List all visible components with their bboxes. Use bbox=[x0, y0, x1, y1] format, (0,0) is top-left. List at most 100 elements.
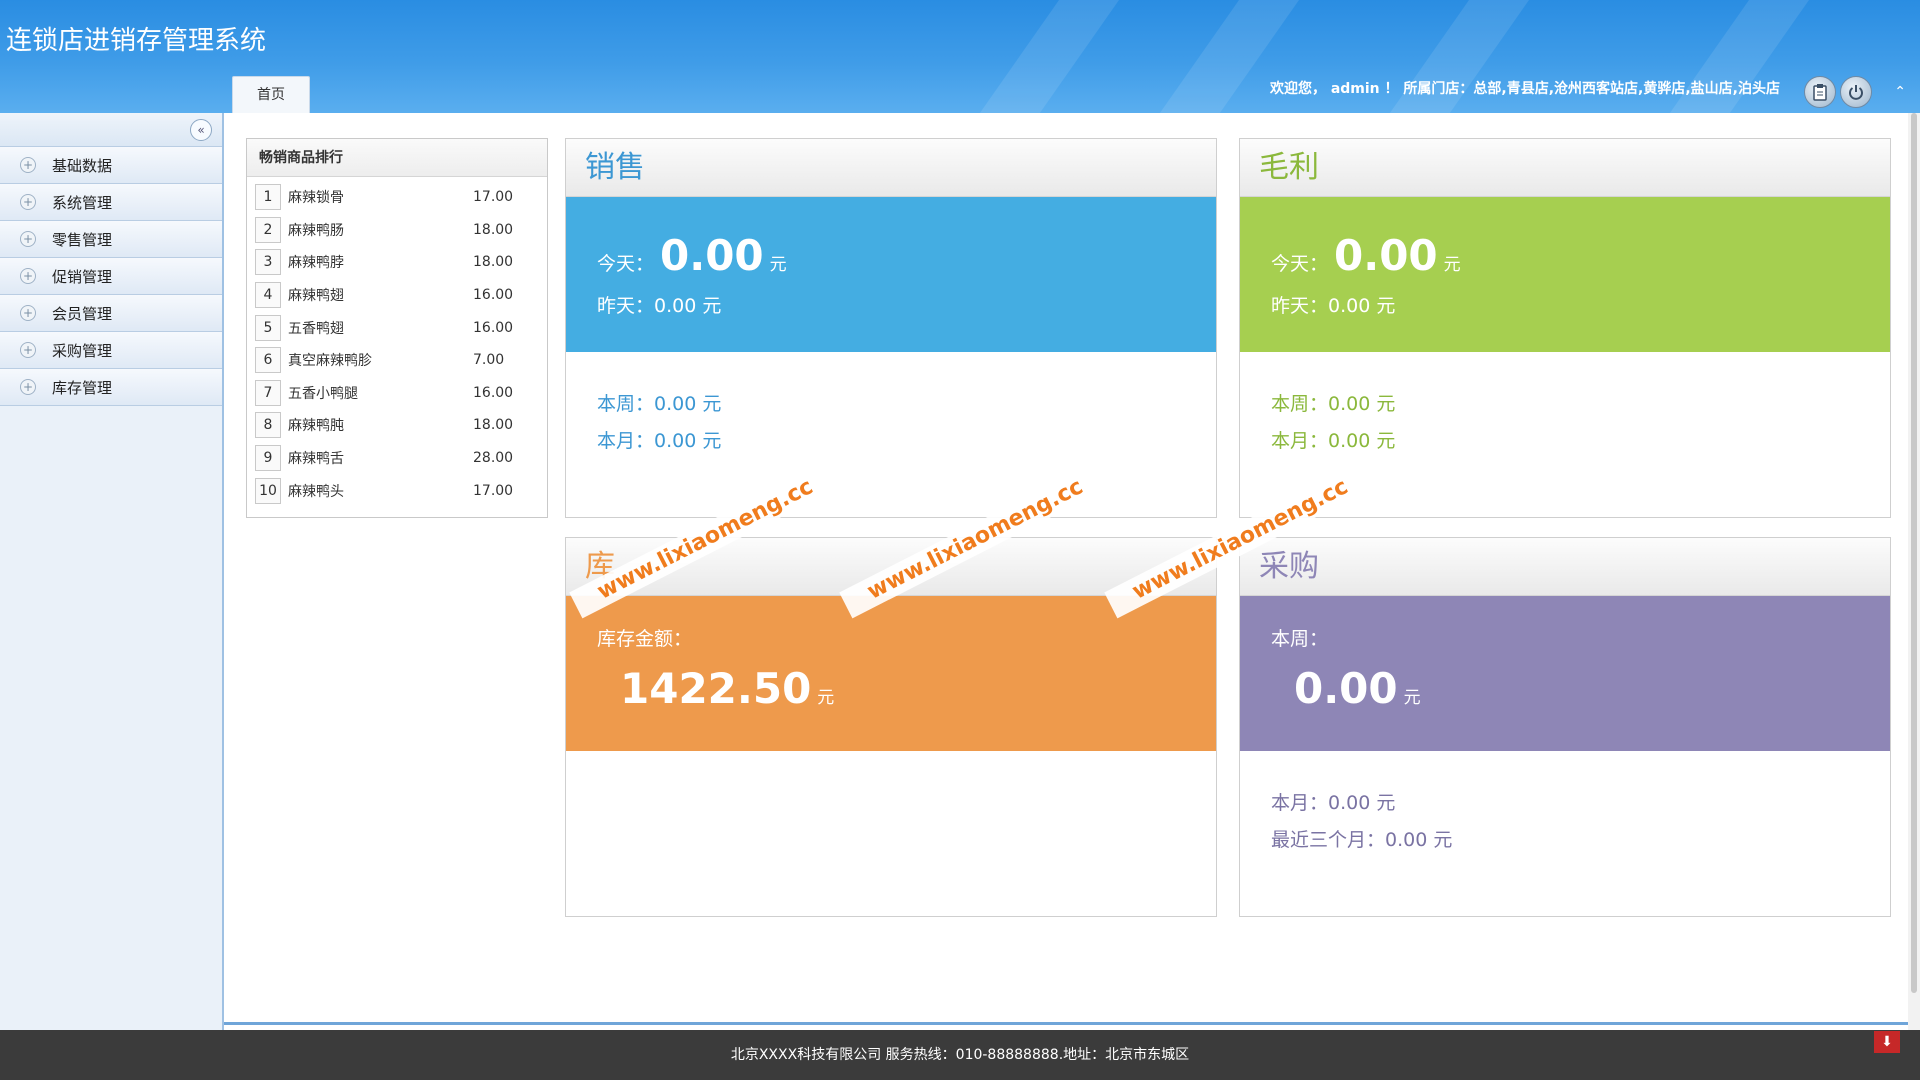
product-value: 17.00 bbox=[473, 482, 514, 499]
sidebar-item-label: 库存管理 bbox=[52, 378, 113, 397]
ranking-row: 10 麻辣鸭头 17.00 bbox=[247, 474, 547, 507]
sales-band: 今天： 0.00 元 昨天：0.00 元 bbox=[566, 197, 1216, 352]
sidebar-item-system[interactable]: + 系统管理 bbox=[0, 184, 222, 221]
profit-today-value: 0.00 bbox=[1334, 231, 1438, 280]
rank-number: 5 bbox=[255, 314, 281, 341]
profit-today-line: 今天： 0.00 元 bbox=[1271, 231, 1461, 280]
sales-card: 销售 今天： 0.00 元 昨天：0.00 元 本周：0.00 元 本月：0.00 … bbox=[565, 138, 1217, 518]
sales-card-title: 销售 bbox=[566, 139, 1216, 197]
plus-icon: + bbox=[20, 194, 36, 210]
profit-today-label: 今天： bbox=[1271, 253, 1329, 275]
sidebar-item-retail[interactable]: + 零售管理 bbox=[0, 221, 222, 258]
sidebar-item-purchase[interactable]: + 采购管理 bbox=[0, 332, 222, 369]
ranking-row: 6 真空麻辣鸭胗 7.00 bbox=[247, 344, 547, 377]
rank-number: 10 bbox=[255, 477, 281, 504]
inventory-amount-unit: 元 bbox=[817, 688, 835, 708]
sales-today-label: 今天： bbox=[597, 253, 655, 275]
power-icon[interactable] bbox=[1840, 76, 1872, 108]
product-value: 18.00 bbox=[473, 417, 514, 434]
sidebar-item-label: 采购管理 bbox=[52, 341, 113, 360]
ranking-row: 7 五香小鸭腿 16.00 bbox=[247, 377, 547, 410]
profit-week: 本周：0.00 元 bbox=[1271, 393, 1396, 415]
sales-today-value: 0.00 bbox=[660, 231, 764, 280]
product-name: 真空麻辣鸭胗 bbox=[288, 353, 372, 370]
footer: 北京XXXX科技有限公司 服务热线：010-88888888.地址：北京市东城区 bbox=[0, 1030, 1920, 1080]
ranking-row: 9 麻辣鸭舌 28.00 bbox=[247, 442, 547, 475]
collapse-sidebar-icon[interactable]: « bbox=[190, 119, 212, 141]
purchase-band: 本周： 0.00 元 bbox=[1240, 596, 1890, 751]
profit-card-title: 毛利 bbox=[1240, 139, 1890, 197]
product-value: 16.00 bbox=[473, 384, 514, 401]
product-value: 18.00 bbox=[473, 221, 514, 238]
profit-band: 今天： 0.00 元 昨天：0.00 元 bbox=[1240, 197, 1890, 352]
rank-number: 4 bbox=[255, 282, 281, 309]
purchase-week-unit: 元 bbox=[1403, 688, 1421, 708]
sidebar-item-label: 会员管理 bbox=[52, 304, 113, 323]
sales-week: 本周：0.00 元 bbox=[597, 393, 722, 415]
sidebar-item-promotion[interactable]: + 促销管理 bbox=[0, 258, 222, 295]
ranking-row: 8 麻辣鸭肫 18.00 bbox=[247, 409, 547, 442]
purchase-quarter: 最近三个月：0.00 元 bbox=[1271, 829, 1453, 851]
arrow-down-icon[interactable]: ⬇ bbox=[1874, 1031, 1900, 1053]
sales-yesterday: 昨天：0.00 元 bbox=[597, 295, 722, 317]
sidebar-item-label: 促销管理 bbox=[52, 267, 113, 286]
inventory-band: 库存金额： 1422.50 元 bbox=[566, 596, 1216, 751]
purchase-week-value: 0.00 bbox=[1294, 664, 1398, 713]
sidebar-item-label: 零售管理 bbox=[52, 230, 113, 249]
rank-number: 2 bbox=[255, 216, 281, 243]
product-value: 16.00 bbox=[473, 287, 514, 304]
tab-home[interactable]: 首页 bbox=[232, 76, 310, 113]
sidebar-item-member[interactable]: + 会员管理 bbox=[0, 295, 222, 332]
top-header: 连锁店进销存管理系统 首页 欢迎您， admin ！ 所属门店：总部,青县店,沧… bbox=[0, 0, 1920, 113]
inventory-amount-line: 1422.50 元 bbox=[620, 664, 834, 713]
vertical-scrollbar[interactable] bbox=[1908, 113, 1920, 1030]
ranking-row: 2 麻辣鸭肠 18.00 bbox=[247, 214, 547, 247]
bestseller-ranking-panel: 畅销商品排行 1 麻辣锁骨 17.00 2 麻辣鸭肠 18.00 3 麻辣鸭脖 18.00 … bbox=[246, 138, 548, 518]
ranking-row: 3 麻辣鸭脖 18.00 bbox=[247, 246, 547, 279]
chevron-up-icon[interactable]: ⌃ bbox=[1894, 84, 1906, 100]
clipboard-icon[interactable] bbox=[1804, 76, 1836, 108]
product-value: 17.00 bbox=[473, 189, 514, 206]
sidebar-item-inventory[interactable]: + 库存管理 bbox=[0, 369, 222, 406]
sales-month: 本月：0.00 元 bbox=[597, 430, 722, 452]
rank-number: 3 bbox=[255, 249, 281, 276]
product-name: 麻辣鸭头 bbox=[288, 483, 344, 500]
profit-card: 毛利 今天： 0.00 元 昨天：0.00 元 本周：0.00 元 本月：0.00 … bbox=[1239, 138, 1891, 518]
rank-number: 7 bbox=[255, 379, 281, 406]
product-name: 麻辣鸭肫 bbox=[288, 418, 344, 435]
profit-yesterday: 昨天：0.00 元 bbox=[1271, 295, 1396, 317]
product-name: 麻辣鸭舌 bbox=[288, 451, 344, 468]
product-name: 麻辣鸭肠 bbox=[288, 222, 344, 239]
plus-icon: + bbox=[20, 305, 36, 321]
sidebar-item-basic-data[interactable]: + 基础数据 bbox=[0, 147, 222, 184]
sales-today-line: 今天： 0.00 元 bbox=[597, 231, 787, 280]
plus-icon: + bbox=[20, 342, 36, 358]
sidebar-item-label: 系统管理 bbox=[52, 193, 113, 212]
product-value: 28.00 bbox=[473, 450, 514, 467]
inventory-amount-value: 1422.50 bbox=[620, 664, 812, 713]
product-value: 7.00 bbox=[473, 352, 505, 369]
ranking-row: 5 五香鸭翅 16.00 bbox=[247, 311, 547, 344]
plus-icon: + bbox=[20, 379, 36, 395]
purchase-month: 本月：0.00 元 bbox=[1271, 792, 1396, 814]
product-name: 五香小鸭腿 bbox=[288, 385, 358, 402]
header-decoration bbox=[946, 0, 1134, 113]
purchase-card: 采购 本周： 0.00 元 本月：0.00 元 最近三个月：0.00 元 bbox=[1239, 537, 1891, 917]
welcome-text: 欢迎您， admin ！ 所属门店：总部,青县店,沧州西客站店,黄骅店,盐山店,… bbox=[1269, 81, 1780, 97]
purchase-card-title: 采购 bbox=[1240, 538, 1890, 596]
product-value: 18.00 bbox=[473, 254, 514, 271]
product-name: 五香鸭翅 bbox=[288, 320, 344, 337]
profit-month: 本月：0.00 元 bbox=[1271, 430, 1396, 452]
product-name: 麻辣锁骨 bbox=[288, 190, 344, 207]
rank-number: 8 bbox=[255, 412, 281, 439]
footer-text: 北京XXXX科技有限公司 服务热线：010-88888888.地址：北京市东城区 bbox=[730, 1047, 1190, 1063]
purchase-week-label: 本周： bbox=[1271, 628, 1329, 650]
sales-today-unit: 元 bbox=[769, 255, 787, 275]
rank-number: 9 bbox=[255, 445, 281, 472]
plus-icon: + bbox=[20, 268, 36, 284]
purchase-week-line: 0.00 元 bbox=[1294, 664, 1421, 713]
product-value: 16.00 bbox=[473, 319, 514, 336]
sidebar: « + 基础数据 + 系统管理 + 零售管理 + 促销管理 + 会员管理 + 采购管理 + 库… bbox=[0, 113, 224, 1030]
scrollbar-thumb[interactable] bbox=[1911, 113, 1917, 993]
rank-number: 1 bbox=[255, 184, 281, 211]
